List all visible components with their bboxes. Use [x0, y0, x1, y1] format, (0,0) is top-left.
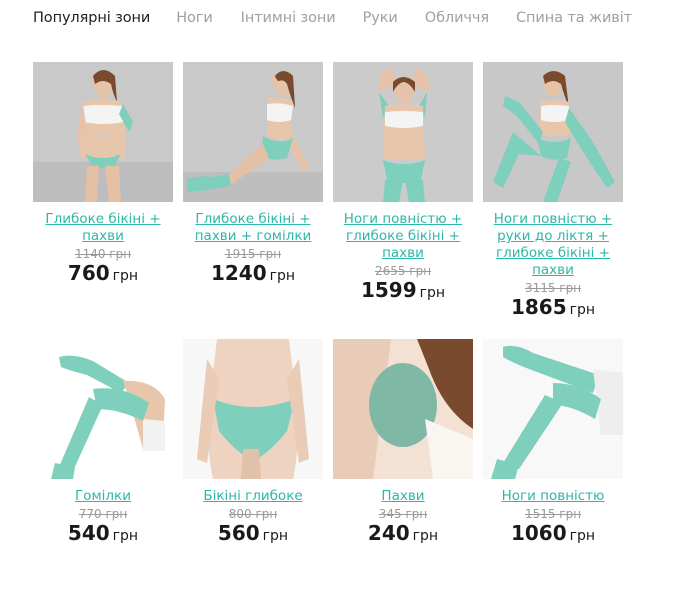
price-value: 1060: [510, 521, 567, 545]
price-currency: грн: [112, 528, 139, 544]
legs-photo[interactable]: [33, 339, 173, 479]
price-value: 540: [67, 521, 110, 545]
price-line: 1599 грн: [333, 278, 473, 302]
price-value: 240: [367, 521, 410, 545]
product-card: Глибоке бікіні + пахви + гомілки 1915 гр…: [183, 62, 323, 319]
woman-seated-legs-photo[interactable]: [483, 62, 623, 202]
product-card: Гомілки 770 грн 540 грн: [33, 339, 173, 545]
price-line: 1240 грн: [183, 261, 323, 285]
old-price: 1515 грн: [524, 507, 582, 521]
price-value: 1865: [510, 295, 567, 319]
price-value: 1599: [360, 278, 417, 302]
old-price: 2655 грн: [374, 264, 432, 278]
product-title[interactable]: Ноги повністю + глибоке бікіні + пахви: [333, 211, 473, 262]
product-card: Ноги повністю 1515 грн 1060 грн: [483, 339, 623, 545]
old-price: 770 грн: [78, 507, 128, 521]
product-title[interactable]: Глибоке бікіні + пахви + гомілки: [183, 211, 323, 245]
product-card: Глибоке бікіні + пахви 1140 грн 760 грн: [33, 62, 173, 319]
price-value: 560: [217, 521, 260, 545]
price-currency: грн: [269, 268, 296, 284]
full-legs-photo[interactable]: [483, 339, 623, 479]
price-currency: грн: [412, 528, 439, 544]
product-row: Гомілки 770 грн 540 грн Бікіні глибоке 80…: [33, 339, 633, 545]
tab-arms[interactable]: Руки: [363, 10, 398, 26]
price-line: 560 грн: [183, 521, 323, 545]
product-title[interactable]: Бікіні глибоке: [183, 488, 323, 505]
product-title[interactable]: Гомілки: [33, 488, 173, 505]
price-currency: грн: [569, 302, 596, 318]
product-grid: Глибоке бікіні + пахви 1140 грн 760грн: [33, 62, 633, 545]
price-value: 760: [67, 261, 110, 285]
old-price: 1915 грн: [224, 247, 282, 261]
tab-intimate-zones[interactable]: Інтимні зони: [241, 10, 336, 26]
price-line: 760 грн: [33, 261, 173, 285]
tab-face[interactable]: Обличчя: [425, 10, 489, 26]
product-title[interactable]: Пахви: [333, 488, 473, 505]
price-line: 540 грн: [33, 521, 173, 545]
old-price: 345 грн: [378, 507, 428, 521]
product-card: Бікіні глибоке 800 грн 560 грн: [183, 339, 323, 545]
tab-back-belly[interactable]: Спина та живіт: [516, 10, 632, 26]
price-currency: грн: [419, 285, 446, 301]
tab-popular-zones[interactable]: Популярні зони: [33, 10, 150, 26]
tab-legs[interactable]: Ноги: [176, 10, 213, 26]
armpit-photo[interactable]: [333, 339, 473, 479]
bikini-zone-photo[interactable]: [183, 339, 323, 479]
product-title[interactable]: Ноги повністю + руки до ліктя + глибоке …: [483, 211, 623, 279]
price-line: 240 грн: [333, 521, 473, 545]
product-row: Глибоке бікіні + пахви 1140 грн 760грн: [33, 62, 633, 319]
product-title[interactable]: Ноги повністю: [483, 488, 623, 505]
price-currency: грн: [262, 528, 289, 544]
woman-sitting-photo[interactable]: [183, 62, 323, 202]
product-card: Ноги повністю + глибоке бікіні + пахви 2…: [333, 62, 473, 319]
old-price: 3115 грн: [524, 281, 582, 295]
woman-standing-photo[interactable]: [33, 62, 173, 202]
product-title[interactable]: Глибоке бікіні + пахви: [33, 211, 173, 245]
zone-tabs: Популярні зони Ноги Інтимні зони Руки Об…: [33, 10, 658, 26]
old-price: 800 грн: [228, 507, 278, 521]
product-card: Ноги повністю + руки до ліктя + глибоке …: [483, 62, 623, 319]
old-price: 1140 грн: [74, 247, 132, 261]
price-currency: грн: [569, 528, 596, 544]
price-line: 1865 грн: [483, 295, 623, 319]
woman-arms-raised-photo[interactable]: [333, 62, 473, 202]
price-currency: грн: [112, 268, 139, 284]
price-value: 1240: [210, 261, 267, 285]
product-card: Пахви 345 грн 240 грн: [333, 339, 473, 545]
price-line: 1060 грн: [483, 521, 623, 545]
